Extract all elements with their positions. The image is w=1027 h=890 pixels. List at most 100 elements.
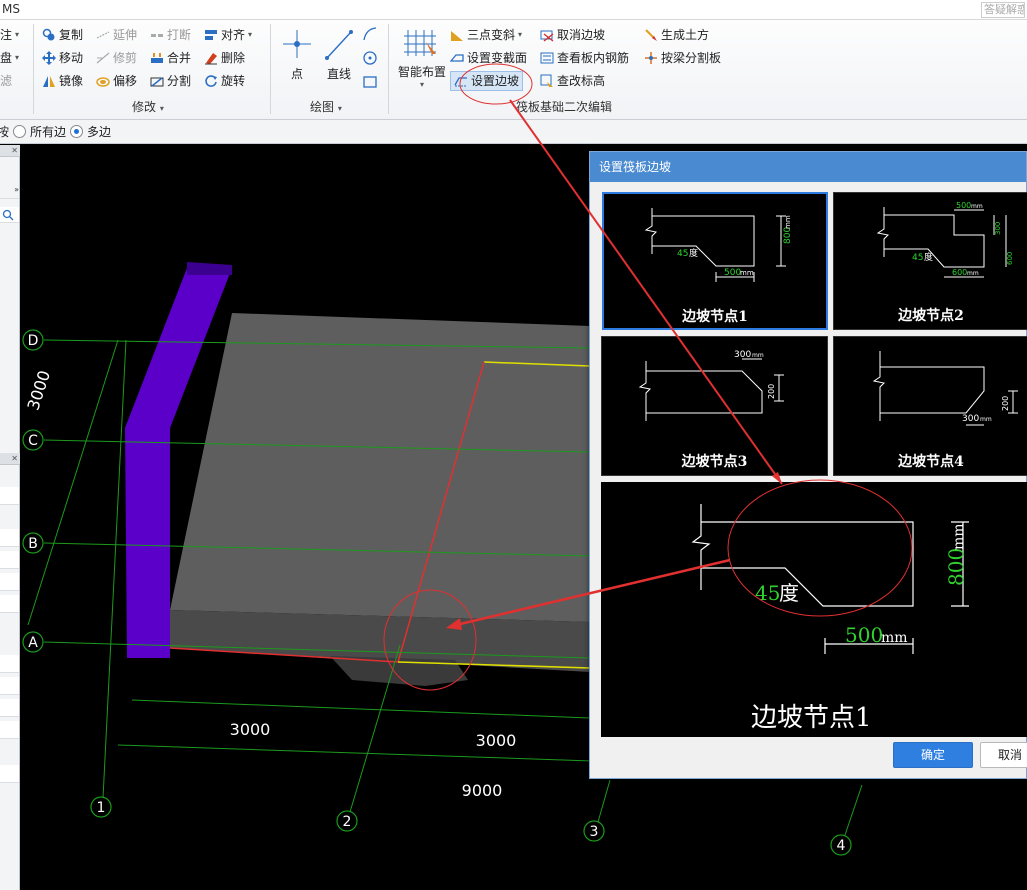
extend-icon xyxy=(96,28,110,42)
point-button[interactable]: 点 xyxy=(280,26,314,86)
extend-button[interactable]: 延伸 xyxy=(96,25,137,45)
trim-button[interactable]: 修剪 xyxy=(96,48,137,68)
slope-edge-dialog: 设置筏板边坡 45 度 500 mm 800 mm 边坡节点1 500 mm 4… xyxy=(589,151,1027,779)
axis-label-a: A xyxy=(28,635,38,651)
break-button[interactable]: 打断 xyxy=(150,25,191,45)
view-slab-rebar-button[interactable]: 查看板内钢筋 xyxy=(540,48,629,68)
svg-text:200: 200 xyxy=(1001,396,1010,411)
offset-icon xyxy=(96,74,110,88)
slope-node-1-option[interactable]: 45 度 500 mm 800 mm 边坡节点1 xyxy=(602,192,828,330)
panel-close-icon[interactable]: ✕ xyxy=(0,453,20,465)
offset-button[interactable]: 偏移 xyxy=(96,71,137,91)
dialog-title: 设置筏板边坡 xyxy=(590,152,1026,182)
property-row[interactable] xyxy=(0,529,19,547)
generate-earthwork-button[interactable]: 生成土方 xyxy=(644,25,709,45)
axis-label-d: D xyxy=(28,333,39,349)
dim-text-total: 9000 xyxy=(462,781,503,800)
multi-edge-radio[interactable] xyxy=(70,125,84,138)
align-button[interactable]: 对齐 ▾ xyxy=(204,25,252,45)
svg-text:mm: mm xyxy=(752,352,764,359)
point-icon xyxy=(283,30,311,58)
slope-preview-panel: 45 度 500 mm 800 mm 边坡节点1 xyxy=(601,482,1027,737)
copy-button[interactable]: 复制 xyxy=(42,25,83,45)
svg-text:300: 300 xyxy=(734,350,751,360)
set-slope-edge-button[interactable]: 设置边坡 xyxy=(450,71,524,91)
property-row[interactable] xyxy=(0,655,19,673)
panel-close-icon[interactable]: ✕ xyxy=(0,145,20,157)
property-row[interactable] xyxy=(0,699,19,717)
rotate-button[interactable]: 旋转 xyxy=(204,71,245,91)
set-variable-section-button[interactable]: 设置变截面 xyxy=(449,48,527,68)
mirror-button[interactable]: 镜像 xyxy=(42,71,83,91)
slope-node-4-option[interactable]: 300 mm 200 边坡节点4 xyxy=(833,336,1027,476)
cancel-button[interactable]: 取消 xyxy=(980,742,1027,768)
rectangle-button[interactable] xyxy=(362,74,378,93)
chevron-down-icon: ▾ xyxy=(337,104,342,113)
search-icon[interactable] xyxy=(0,207,19,223)
three-point-slope-button[interactable]: 三点变斜 ▾ xyxy=(450,25,522,45)
property-row[interactable] xyxy=(0,595,19,613)
circle-icon xyxy=(363,51,377,65)
svg-text:200: 200 xyxy=(767,384,776,399)
confirm-button[interactable]: 确定 xyxy=(893,742,973,768)
property-row[interactable] xyxy=(0,765,19,783)
modify-group-label[interactable]: 修改 ▾ xyxy=(132,98,164,115)
raft-slab-top[interactable] xyxy=(170,313,590,622)
line-button[interactable]: 直线 xyxy=(322,26,356,86)
left-side-panel: ✕ » ✕ xyxy=(0,145,20,890)
svg-text:45: 45 xyxy=(755,581,780,605)
property-row[interactable] xyxy=(0,551,19,569)
split-by-beam-button[interactable]: 按梁分割板 xyxy=(644,48,721,68)
ribbon-left-item-1[interactable]: 注 ▾ xyxy=(0,25,19,45)
axis-label-3: 3 xyxy=(590,824,599,840)
move-button[interactable]: 移动 xyxy=(42,48,83,68)
svg-text:mm: mm xyxy=(881,630,908,646)
property-row[interactable] xyxy=(0,677,19,695)
move-icon xyxy=(42,51,56,65)
align-icon xyxy=(204,28,218,42)
slope-preview-drawing: 45 度 500 mm 800 mm xyxy=(691,504,969,654)
chevron-down-icon: ▾ xyxy=(419,80,424,89)
column-cap xyxy=(187,262,232,275)
split-beam-icon xyxy=(644,51,658,65)
property-row[interactable] xyxy=(0,487,19,505)
slope-preview-label: 边坡节点1 xyxy=(751,703,872,733)
circle-button[interactable] xyxy=(362,50,378,69)
slope-node-3-option[interactable]: 300 mm 200 边坡节点3 xyxy=(601,336,828,476)
draw-group-label[interactable]: 绘图 ▾ xyxy=(310,98,342,115)
column[interactable] xyxy=(125,428,170,658)
svg-text:mm: mm xyxy=(980,416,992,423)
axis-label-c: C xyxy=(28,433,38,449)
copy-icon xyxy=(42,28,56,42)
slope-node-3-drawing: 300 mm 200 xyxy=(638,350,784,421)
chevron-down-icon: ▾ xyxy=(15,30,20,39)
property-row[interactable] xyxy=(0,573,19,591)
axis-label-4: 4 xyxy=(837,838,846,854)
slope-node-2-option[interactable]: 500 mm 45 度 600 mm 300 600 边坡节点2 xyxy=(833,192,1027,330)
smart-layout-button[interactable]: 智能布置 ▾ xyxy=(396,26,448,96)
svg-text:300: 300 xyxy=(994,222,1002,235)
merge-button[interactable]: 合并 xyxy=(150,48,191,68)
merge-icon xyxy=(150,51,164,65)
delete-button[interactable]: 删除 xyxy=(204,48,245,68)
expand-icon[interactable]: » xyxy=(0,185,19,199)
arc-button[interactable] xyxy=(362,26,378,45)
edit-elevation-button[interactable]: 查改标高 xyxy=(540,71,605,91)
axis-label-1: 1 xyxy=(97,800,106,816)
svg-text:500: 500 xyxy=(956,201,971,210)
dim-text-left: 3000 xyxy=(23,368,54,413)
help-search-box[interactable]: 答疑解惑 xyxy=(981,2,1025,18)
svg-text:mm: mm xyxy=(740,269,754,277)
ribbon-separator xyxy=(33,24,34,114)
grid-layout-icon xyxy=(404,30,436,56)
svg-text:800: 800 xyxy=(944,548,968,586)
property-row[interactable] xyxy=(0,721,19,739)
all-edges-radio[interactable] xyxy=(13,125,27,138)
option-partial-label: 按 xyxy=(0,125,10,139)
chevron-down-icon: ▾ xyxy=(15,53,20,62)
axis-label-b: B xyxy=(28,536,38,552)
split-button[interactable]: 分割 xyxy=(150,71,191,91)
ribbon-left-item-3[interactable]: 滤 xyxy=(0,71,12,91)
cancel-slope-edge-button[interactable]: 取消边坡 xyxy=(540,25,605,45)
ribbon-left-item-2[interactable]: 盘 ▾ xyxy=(0,48,19,68)
